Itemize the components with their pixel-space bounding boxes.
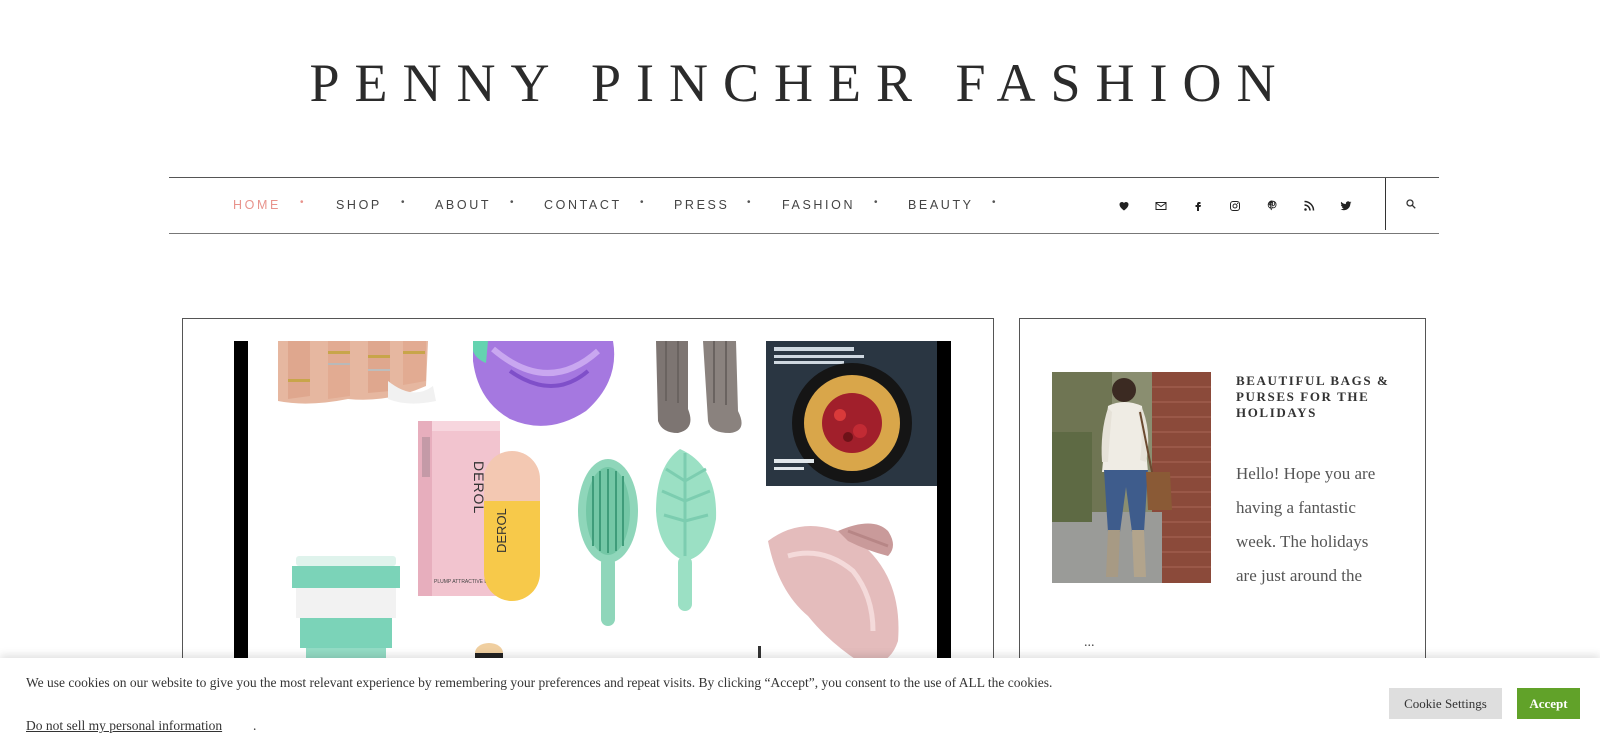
nav-separator: • bbox=[992, 197, 996, 208]
nav-item-home[interactable]: HOME bbox=[233, 198, 281, 212]
cookie-link-suffix: . bbox=[253, 718, 257, 733]
pinterest-icon[interactable] bbox=[1264, 198, 1280, 214]
collage-box-caption: PLUMP ATTRACTIVE LIP bbox=[434, 579, 493, 585]
facebook-icon[interactable] bbox=[1190, 198, 1206, 214]
do-not-sell-link[interactable]: Do not sell my personal information bbox=[26, 718, 222, 734]
nav-separator: • bbox=[747, 197, 751, 208]
instagram-icon[interactable] bbox=[1227, 198, 1243, 214]
nav-item-beauty[interactable]: BEAUTY bbox=[908, 198, 974, 212]
nav-divider bbox=[1385, 178, 1386, 230]
nav-item-about[interactable]: ABOUT bbox=[435, 198, 491, 212]
search-icon[interactable] bbox=[1405, 197, 1419, 211]
accept-cookies-button[interactable]: Accept bbox=[1517, 688, 1580, 719]
nav-item-contact[interactable]: CONTACT bbox=[544, 198, 622, 212]
twitter-icon[interactable] bbox=[1338, 198, 1354, 214]
cookie-notice-text: We use cookies on our website to give yo… bbox=[26, 675, 1053, 690]
nav-item-shop[interactable]: SHOP bbox=[336, 198, 382, 212]
sidebar-post-excerpt: Hello! Hope you are having a fantastic w… bbox=[1236, 464, 1376, 585]
nav-item-press[interactable]: PRESS bbox=[674, 198, 729, 212]
nav-separator: • bbox=[300, 197, 304, 208]
main-navigation: HOME • SHOP • ABOUT • CONTACT • PRESS • … bbox=[169, 177, 1439, 234]
nav-item-fashion[interactable]: FASHION bbox=[782, 198, 855, 212]
sidebar-post-title[interactable]: BEAUTIFUL BAGS & PURSES FOR THE HOLIDAYS bbox=[1236, 373, 1406, 421]
woman-with-bag-photo bbox=[1052, 372, 1211, 583]
sidebar-ellipsis: ... bbox=[1084, 635, 1095, 650]
rss-icon[interactable] bbox=[1301, 198, 1317, 214]
cookie-consent-bar: We use cookies on our website to give yo… bbox=[0, 658, 1600, 739]
sidebar-post-image[interactable] bbox=[1052, 372, 1211, 583]
nav-separator: • bbox=[401, 197, 405, 208]
site-title[interactable]: PENNY PINCHER FASHION bbox=[0, 52, 1600, 114]
cookie-settings-button[interactable]: Cookie Settings bbox=[1389, 688, 1502, 719]
email-icon[interactable] bbox=[1153, 198, 1169, 214]
nav-separator: • bbox=[640, 197, 644, 208]
heart-icon[interactable] bbox=[1116, 198, 1132, 214]
nav-separator: • bbox=[874, 197, 878, 208]
collage-bottle-brand: DEROL bbox=[494, 508, 509, 553]
nav-separator: • bbox=[510, 197, 514, 208]
